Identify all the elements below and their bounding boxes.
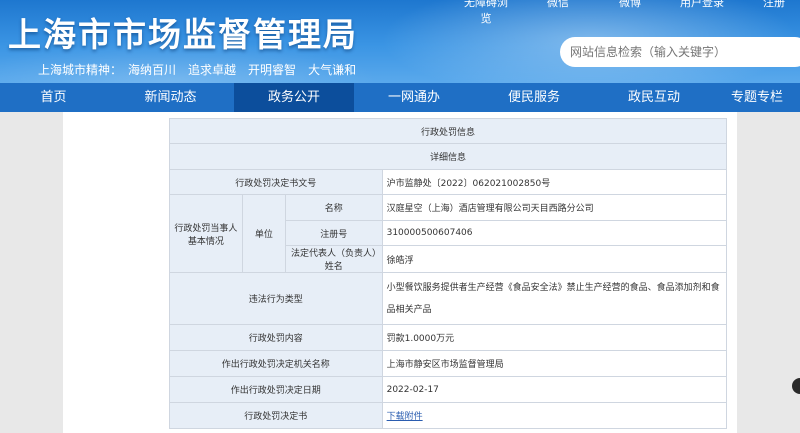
search-box[interactable] <box>560 37 800 67</box>
penalty-table: 行政处罚信息 详细信息 行政处罚决定书文号 沪市监静处〔2022〕0620210… <box>169 118 728 429</box>
table-subtitle: 详细信息 <box>169 143 727 170</box>
nav-item-news[interactable]: 新闻动态 <box>107 83 234 112</box>
nav-item-services[interactable]: 便民服务 <box>474 83 594 112</box>
name-value: 汉庭星空（上海）酒店管理有限公司天目西路分公司 <box>381 194 728 221</box>
site-title[interactable]: 上海市市场监督管理局 <box>8 8 358 56</box>
register-link[interactable]: 注册 <box>748 0 800 26</box>
login-link[interactable]: 用户登录 <box>676 0 728 26</box>
floating-side-button[interactable] <box>792 378 800 394</box>
table-title: 行政处罚信息 <box>169 118 727 144</box>
city-spirit: 上海城市精神： 海纳百川 追求卓越 开明睿智 大气谦和 <box>38 61 368 78</box>
search-input[interactable] <box>570 45 770 59</box>
party-label: 行政处罚当事人基本情况 <box>169 194 243 273</box>
city-spirit-item: 海纳百川 <box>128 63 177 77</box>
name-label: 名称 <box>284 194 383 221</box>
authority-label: 作出行政处罚决定机关名称 <box>169 350 383 377</box>
download-attachment-link[interactable]: 下载附件 <box>387 412 423 422</box>
site-banner: 无障碍浏览 微信 微博 用户登录 注册 上海市市场监督管理局 上海城市精神： 海… <box>0 0 800 83</box>
content-value: 罚款1.0000万元 <box>381 324 728 351</box>
violation-label: 违法行为类型 <box>169 272 383 325</box>
city-spirit-item: 大气谦和 <box>308 63 357 77</box>
accessibility-link[interactable]: 无障碍浏览 <box>460 0 512 26</box>
nav-item-one-stop[interactable]: 一网通办 <box>354 83 474 112</box>
content-page: 行政处罚信息 详细信息 行政处罚决定书文号 沪市监静处〔2022〕0620210… <box>63 112 737 433</box>
authority-value: 上海市静安区市场监督管理局 <box>381 350 728 377</box>
main-nav: 首页 新闻动态 政务公开 一网通办 便民服务 政民互动 专题专栏 <box>0 83 800 112</box>
content-label: 行政处罚内容 <box>169 324 383 351</box>
top-links: 无障碍浏览 微信 微博 用户登录 注册 <box>440 0 800 26</box>
reg-value: 310000500607406 <box>381 220 728 246</box>
legal-rep-value: 徐皓浮 <box>381 245 728 273</box>
date-label: 作出行政处罚决定日期 <box>169 376 383 403</box>
decision-label: 行政处罚决定书 <box>169 402 383 429</box>
wechat-link[interactable]: 微信 <box>532 0 584 26</box>
date-value: 2022-02-17 <box>381 376 728 403</box>
doc-no-label: 行政处罚决定书文号 <box>169 169 383 195</box>
city-spirit-item: 开明睿智 <box>248 63 297 77</box>
city-spirit-item: 追求卓越 <box>188 63 237 77</box>
reg-label: 注册号 <box>284 220 383 246</box>
legal-rep-label: 法定代表人（负责人）姓名 <box>284 245 383 273</box>
nav-item-gov-affairs[interactable]: 政务公开 <box>234 83 354 112</box>
city-spirit-label: 上海城市精神： <box>38 63 123 77</box>
nav-item-home[interactable]: 首页 <box>0 83 107 112</box>
weibo-link[interactable]: 微博 <box>604 0 656 26</box>
nav-item-topics[interactable]: 专题专栏 <box>714 83 800 112</box>
doc-no-value: 沪市监静处〔2022〕062021002850号 <box>381 169 728 195</box>
unit-label: 单位 <box>241 194 286 273</box>
violation-value: 小型餐饮服务提供者生产经营《食品安全法》禁止生产经营的食品、食品添加剂和食品相关… <box>381 272 728 325</box>
nav-item-interaction[interactable]: 政民互动 <box>594 83 714 112</box>
decision-cell: 下载附件 <box>381 402 728 429</box>
